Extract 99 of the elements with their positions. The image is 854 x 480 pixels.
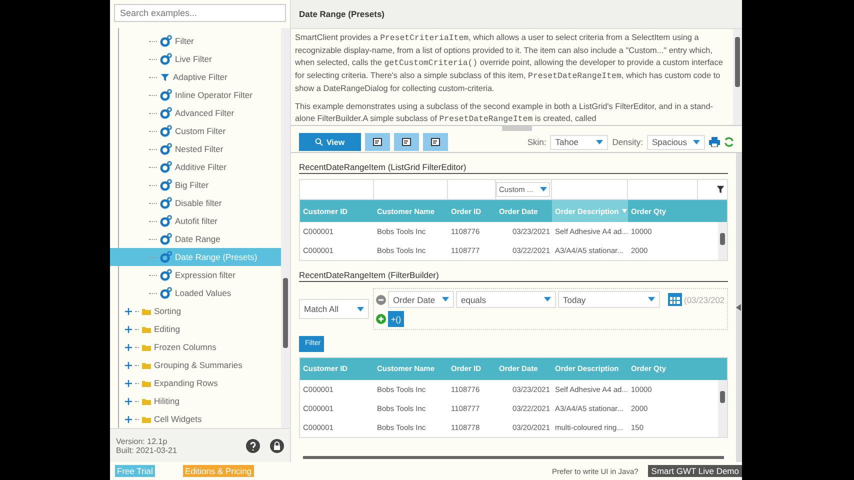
splitter-handle[interactable] bbox=[502, 126, 532, 131]
gear-icon bbox=[160, 35, 172, 48]
plus-icon[interactable] bbox=[125, 308, 132, 315]
gear-icon bbox=[160, 251, 172, 264]
gear-icon bbox=[160, 143, 172, 156]
code-tab[interactable] bbox=[365, 133, 390, 151]
caret-icon bbox=[442, 297, 449, 302]
sort-arrow-icon bbox=[622, 209, 627, 213]
filter-icon[interactable] bbox=[716, 185, 725, 194]
description-paragraph: This example demonstrates using a subclass of the second example in both a ListGrid's FilterEditor, and in a stand-alone FilterBuilder.A simple subclass of PresetDateRangeItem is created, called bbox=[295, 101, 714, 125]
description-paragraph: SmartClient provides a PresetCriteriaItem, which allows a user to select criteria from a SelectItem using a recognizable display-name, from a list of options provided to it. The item can also include a "Custom..." entry which, when selected, calls the getCustomCriteria() override point, allowing the developer to provide a custom interface for selecting criteria. There's also a simple subclass of this item, PresetDateRangeItem, which has custom code to show a DateRangeDialog for collecting custom-criteria. bbox=[295, 32, 724, 95]
gear-icon bbox=[160, 233, 172, 246]
tree-folder[interactable]: Sorting bbox=[119, 302, 281, 320]
plus-icon[interactable] bbox=[125, 398, 132, 405]
search-field[interactable]: Search examples... bbox=[114, 4, 286, 22]
search-icon bbox=[315, 138, 324, 146]
folder-icon bbox=[142, 344, 151, 351]
example-title: Date Range (Presets) bbox=[291, 0, 742, 29]
build-date: Built: 2021-03-21 bbox=[116, 446, 177, 455]
plus-icon[interactable] bbox=[125, 344, 132, 351]
folder-icon bbox=[142, 326, 151, 333]
match-select[interactable]: Match All bbox=[299, 299, 369, 319]
folder-icon bbox=[142, 362, 151, 369]
tree-folder[interactable]: Grouping & Summaries bbox=[119, 356, 281, 374]
code-tab[interactable] bbox=[394, 133, 419, 151]
gear-icon bbox=[160, 179, 172, 192]
version-text: Version: 12.1p bbox=[116, 436, 168, 446]
scrollbar[interactable] bbox=[718, 380, 727, 436]
tree-folder[interactable]: Frozen Columns bbox=[119, 338, 281, 356]
skin-select[interactable]: Tahoe bbox=[550, 134, 608, 150]
gear-icon bbox=[160, 53, 172, 66]
plus-icon[interactable] bbox=[125, 362, 132, 369]
tree-folder[interactable]: Editing bbox=[119, 320, 281, 338]
date-text: (03/23/202 bbox=[684, 294, 725, 304]
gear-icon bbox=[160, 125, 172, 138]
caret-icon bbox=[540, 187, 547, 192]
scrollbar[interactable] bbox=[281, 28, 290, 428]
caret-icon bbox=[596, 140, 604, 144]
plus-icon[interactable] bbox=[125, 380, 132, 387]
density-label: Density: bbox=[612, 137, 643, 147]
gear-icon bbox=[160, 287, 172, 300]
document-icon bbox=[373, 138, 382, 146]
gear-icon bbox=[160, 89, 172, 102]
remove-icon[interactable] bbox=[376, 294, 386, 304]
tree-item[interactable]: Additive Filter bbox=[119, 158, 281, 176]
operator-select[interactable]: equals bbox=[456, 291, 556, 308]
caret-icon bbox=[544, 297, 551, 302]
skin-label: Skin: bbox=[527, 137, 546, 147]
caret-icon bbox=[357, 306, 364, 312]
tree-item[interactable]: Nested Filter bbox=[119, 140, 281, 158]
tree-folder[interactable]: Expanding Rows bbox=[119, 374, 281, 392]
tree-item[interactable]: Adaptive Filter bbox=[119, 68, 281, 86]
scrollbar[interactable] bbox=[733, 29, 742, 125]
plus-icon[interactable] bbox=[125, 326, 132, 333]
caret-icon bbox=[648, 297, 655, 302]
plus-icon[interactable] bbox=[125, 416, 132, 423]
folder-icon bbox=[142, 380, 151, 387]
view-tab[interactable]: View bbox=[299, 133, 361, 151]
gear-icon bbox=[160, 215, 172, 228]
tree-item[interactable]: Filter bbox=[119, 32, 281, 50]
folder-icon bbox=[142, 398, 151, 405]
add-clause-button[interactable]: +() bbox=[388, 311, 404, 327]
tree-item[interactable]: Disable filter bbox=[119, 194, 281, 212]
collapse-arrow-icon[interactable] bbox=[736, 304, 741, 311]
gear-icon bbox=[160, 161, 172, 174]
calendar-icon[interactable] bbox=[668, 293, 682, 306]
funnel-icon bbox=[160, 72, 170, 82]
document-icon bbox=[402, 138, 411, 146]
tree-item[interactable]: Big Filter bbox=[119, 176, 281, 194]
caret-icon bbox=[693, 140, 700, 144]
folder-icon bbox=[142, 308, 151, 315]
help-icon[interactable] bbox=[246, 438, 260, 453]
lock-icon[interactable] bbox=[270, 438, 284, 453]
section-title: RecentDateRangeItem (FilterBuilder) bbox=[299, 264, 728, 282]
print-icon[interactable] bbox=[709, 137, 720, 147]
document-icon bbox=[431, 138, 440, 146]
add-icon[interactable] bbox=[376, 314, 386, 324]
tree-item[interactable]: Custom Filter bbox=[119, 122, 281, 140]
field-select[interactable]: Order Date bbox=[388, 291, 454, 308]
scrollbar[interactable] bbox=[718, 222, 727, 260]
tree-item[interactable]: Inline Operator Filter bbox=[119, 86, 281, 104]
code-tab[interactable] bbox=[423, 133, 448, 151]
gear-icon bbox=[160, 197, 172, 210]
tree-item[interactable]: Autofit filter bbox=[119, 212, 281, 230]
tree-item[interactable]: Live Filter bbox=[119, 50, 281, 68]
live-demo-link[interactable]: Smart GWT Live Demo bbox=[648, 465, 742, 477]
gear-icon bbox=[160, 269, 172, 282]
section-title: RecentDateRangeItem (ListGrid FilterEditor) bbox=[299, 156, 728, 174]
tree-folder[interactable]: Cell Widgets bbox=[119, 410, 281, 428]
tree-item[interactable]: Advanced Filter bbox=[119, 104, 281, 122]
tree-item[interactable]: Expression filter bbox=[119, 266, 281, 284]
tree-item[interactable]: Loaded Values bbox=[119, 284, 281, 302]
gear-icon bbox=[160, 107, 172, 120]
density-select[interactable]: Spacious bbox=[647, 134, 705, 150]
value-select[interactable]: Today bbox=[558, 291, 660, 308]
tree-folder[interactable]: Hiliting bbox=[119, 392, 281, 410]
refresh-icon[interactable] bbox=[724, 137, 734, 147]
tree-item[interactable]: Date Range bbox=[119, 230, 281, 248]
folder-icon bbox=[142, 416, 151, 423]
